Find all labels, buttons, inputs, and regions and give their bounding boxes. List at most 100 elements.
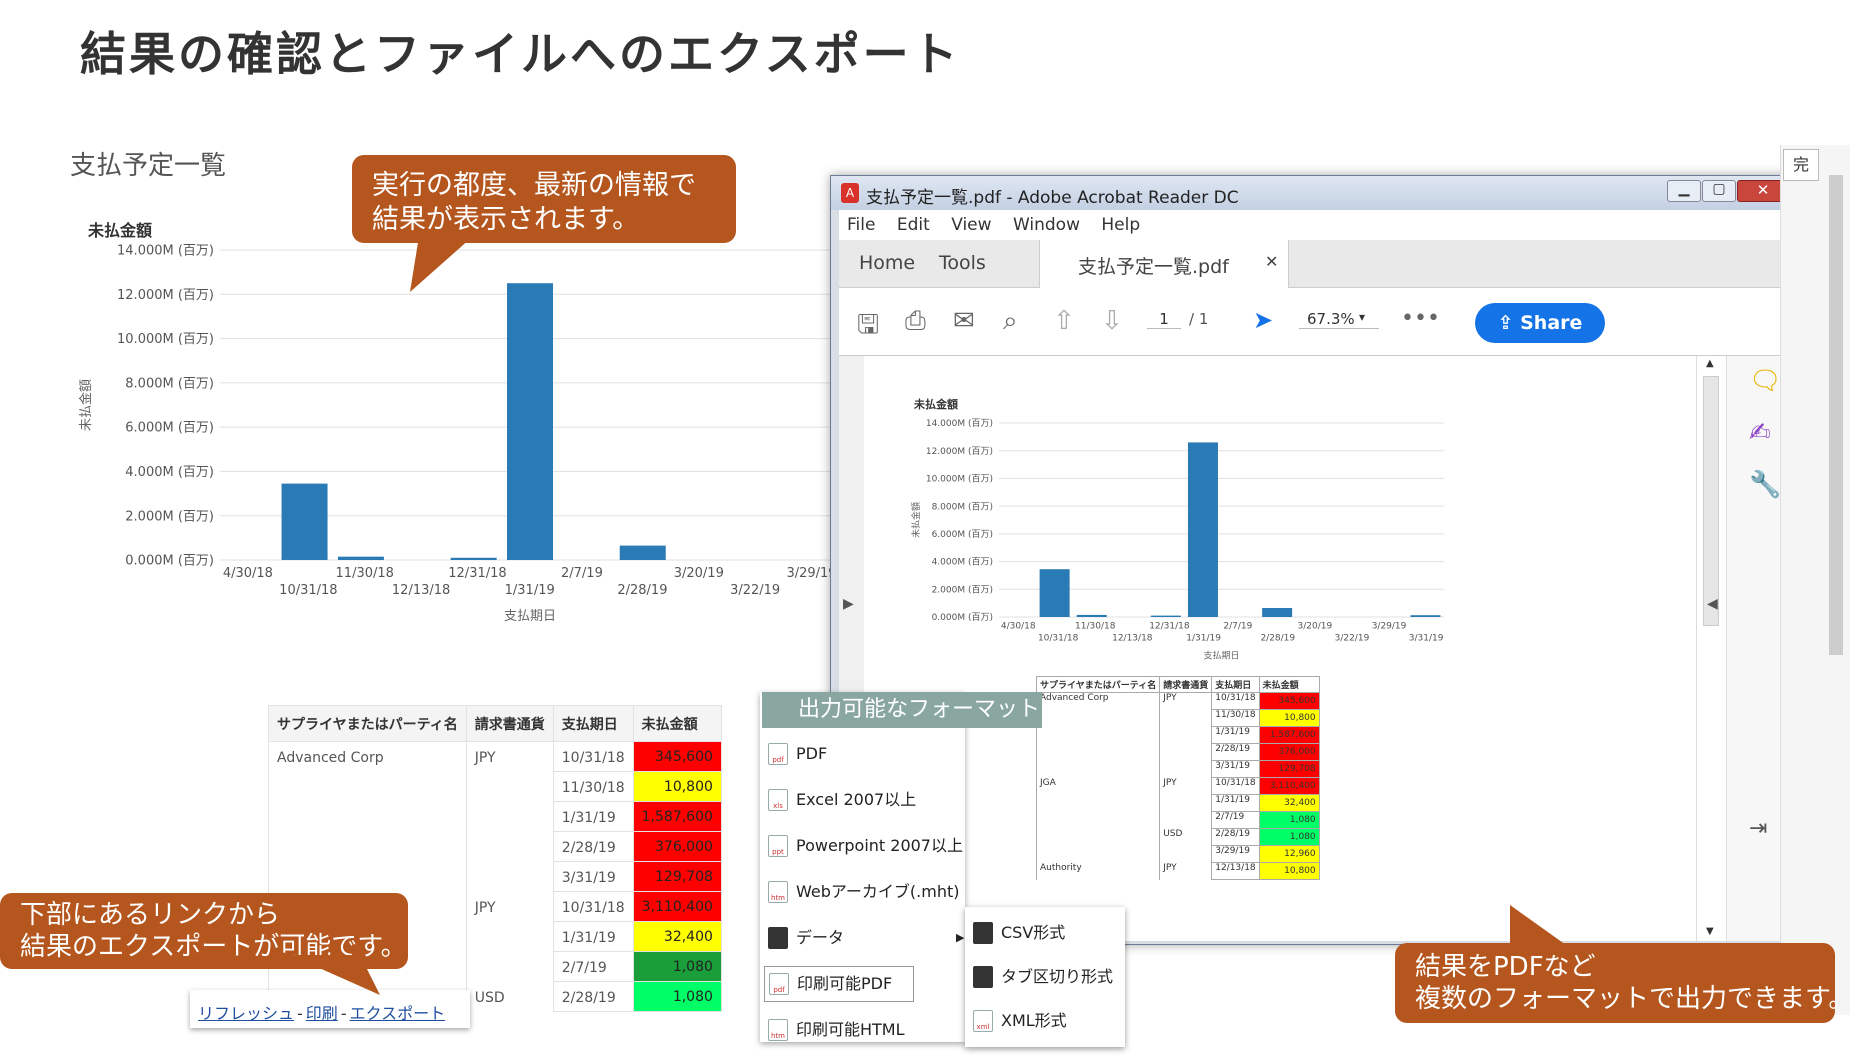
y-axis-label: 未払金額 [78, 379, 94, 431]
menu-window[interactable]: Window [1013, 215, 1080, 235]
share-button[interactable]: ⇪ Share [1475, 303, 1605, 343]
bar [1262, 607, 1293, 617]
save-icon[interactable]: 🖫 [857, 306, 879, 350]
pdf-table-header-row: サプライヤまたはパーティ名 請求書通貨 支払期日 未払金額 [1035, 676, 1320, 693]
email-icon[interactable]: ✉ [953, 306, 975, 336]
pdf-table-body: Advanced Corp JPY 10/31/18 345,600 11/30/18 1… [1035, 692, 1320, 880]
x-tick-label: 1/31/19 [1186, 633, 1221, 643]
due-date-cell: 11/30/18 [552, 771, 634, 802]
due-date-cell: 2/28/19 [552, 831, 634, 862]
report-title: 支払予定一覧 [70, 151, 227, 181]
y-tick-label: 2.000M (百万) [125, 509, 214, 524]
vertical-scrollbar[interactable]: ▲ ▼ [1696, 356, 1726, 941]
format-menu-item[interactable]: htm 印刷可能HTML [768, 1012, 905, 1048]
left-panel-toggle-icon[interactable]: ▶ [843, 596, 854, 612]
export-link[interactable]: エクスポート [350, 1004, 446, 1023]
more-tools-icon[interactable]: 🔧 [1749, 470, 1781, 500]
page-up-icon[interactable]: ⇧ [1053, 306, 1075, 336]
scroll-down-icon[interactable]: ▼ [1706, 926, 1714, 937]
x-tick-label: 4/30/18 [223, 566, 273, 581]
supplier-cell [268, 771, 467, 802]
format-menu-item[interactable]: pdf PDF [768, 736, 827, 772]
table-row: 11/30/18 10,800 [1035, 709, 1320, 727]
pdf-file-icon: pdf [769, 973, 789, 995]
table-row: 1/31/19 1,587,600 [1035, 726, 1320, 744]
pdf-bar-chart: 未払金額 0.000M (百万) 2.000M (百万) 4.000M (百万) 6.0… [910, 397, 1444, 661]
bar [281, 483, 328, 560]
more-options-icon[interactable]: ••• [1401, 306, 1440, 331]
supplier-cell: Advanced Corp [1035, 692, 1161, 710]
table-header-row: サプライヤまたはパーティ名 請求書通貨 支払期日 未払金額 [268, 705, 722, 742]
share-icon: ⇪ [1497, 312, 1521, 334]
close-tab-icon[interactable]: ✕ [1265, 252, 1278, 271]
menu-file[interactable]: File [847, 215, 875, 235]
amount-cell: 32,400 [632, 921, 722, 952]
collapse-pane-icon[interactable]: ⇥ [1749, 816, 1767, 841]
comment-icon[interactable]: 🗨 [1749, 366, 1782, 396]
menu-help[interactable]: Help [1101, 215, 1140, 235]
table-row: Authority JPY 12/13/18 10,800 [1035, 862, 1320, 880]
format-menu-item-label: データ [796, 928, 845, 947]
data-submenu: CSV形式タブ区切り形式 xml XML形式 [965, 907, 1125, 1047]
menu-view[interactable]: View [951, 215, 991, 235]
menu-edit[interactable]: Edit [897, 215, 930, 235]
submenu-item[interactable]: タブ区切り形式 [973, 959, 1113, 995]
zoom-level[interactable]: 67.3% [1299, 310, 1379, 329]
tab-document[interactable]: 支払予定一覧.pdf ✕ [1039, 240, 1289, 288]
callout-line: 実行の都度、最新の情報で [372, 170, 696, 201]
tab-home[interactable]: Home [859, 252, 915, 274]
chevron-down-icon[interactable]: ▾ [1359, 310, 1365, 324]
amount-cell: 32,400 [1258, 794, 1320, 812]
amount-cell: 1,587,600 [632, 801, 722, 832]
format-menu-item[interactable]: xls Excel 2007以上 [768, 782, 916, 818]
format-menu-item[interactable]: htm Webアーカイブ(.mht) [768, 874, 960, 910]
amount-cell: 3,110,400 [1258, 777, 1320, 795]
x-tick-label: 11/30/18 [1075, 622, 1116, 632]
bar [1076, 614, 1107, 617]
supplier-cell: JGA [1035, 777, 1161, 795]
currency-cell [465, 921, 554, 952]
format-menu-item[interactable]: pdf 印刷可能PDF [764, 966, 914, 1002]
currency-cell: JPY [1159, 777, 1213, 795]
submenu-item[interactable]: CSV形式 [973, 915, 1065, 951]
page-down-icon[interactable]: ⇩ [1101, 306, 1123, 336]
link-separator: - [297, 1004, 303, 1023]
due-date-cell: 1/31/19 [1211, 726, 1260, 744]
excel-file-icon: xls [768, 789, 788, 811]
submenu-item[interactable]: xml XML形式 [973, 1003, 1067, 1039]
acrobat-menubar: File Edit View Window Help [839, 210, 1796, 240]
minimize-button[interactable]: ▁ [1667, 180, 1701, 202]
print-link[interactable]: 印刷 [306, 1004, 338, 1023]
complete-button[interactable]: 完 [1783, 149, 1819, 181]
page-number-input[interactable]: 1 [1147, 310, 1181, 329]
y-tick-label: 10.000M (百万) [117, 332, 214, 347]
due-date-cell: 1/31/19 [552, 801, 634, 832]
amount-cell: 12,960 [1258, 845, 1320, 863]
supplier-cell [1035, 743, 1161, 761]
link-separator: - [340, 1004, 347, 1023]
right-panel-toggle-icon[interactable]: ◀ [1707, 596, 1718, 612]
submenu-item-label: XML形式 [1001, 1011, 1067, 1030]
due-date-cell: 11/30/18 [1211, 709, 1260, 727]
format-menu-item[interactable]: データ ▶ [768, 920, 964, 956]
supplier-cell [268, 831, 467, 862]
refresh-link[interactable]: リフレッシュ [198, 1004, 294, 1023]
due-date-cell: 10/31/18 [552, 741, 634, 772]
outer-scrollbar[interactable] [1829, 175, 1843, 655]
data-file-icon [768, 927, 788, 949]
zoom-search-icon[interactable]: ⌕ [1003, 306, 1018, 337]
maximize-button[interactable]: ▢ [1702, 180, 1736, 202]
tab-tools[interactable]: Tools [939, 252, 986, 274]
x-tick-label: 11/30/18 [336, 566, 394, 581]
y-tick-label: 6.000M (百万) [932, 529, 993, 540]
format-menu-item[interactable]: ppt Powerpoint 2007以上 [768, 828, 963, 864]
col-amount: 未払金額 [632, 705, 722, 742]
scroll-thumb[interactable] [1703, 376, 1719, 626]
due-date-cell: 2/28/19 [1211, 828, 1260, 846]
scroll-up-icon[interactable]: ▲ [1706, 358, 1714, 369]
print-icon[interactable]: ⎙ [905, 306, 926, 337]
fill-sign-icon[interactable]: ✍ [1749, 418, 1771, 448]
col-due-date: 支払期日 [552, 705, 634, 742]
select-cursor-icon[interactable]: ➤ [1253, 306, 1273, 334]
bar [507, 283, 553, 560]
